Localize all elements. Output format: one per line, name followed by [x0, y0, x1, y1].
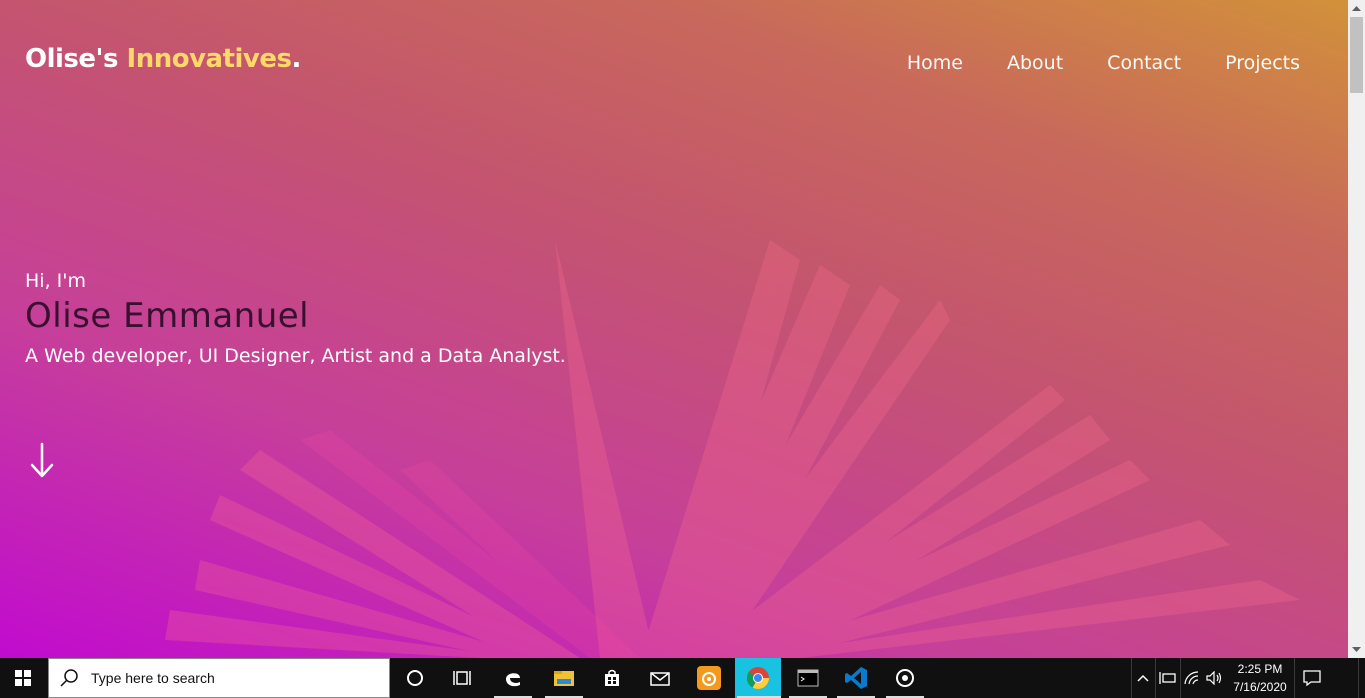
- tray-overflow[interactable]: [1132, 658, 1154, 698]
- search-placeholder: Type here to search: [91, 670, 215, 686]
- scrollbar-thumb[interactable]: [1350, 17, 1363, 93]
- scroll-down-icon[interactable]: [1348, 641, 1365, 658]
- taskbar-mail[interactable]: [637, 658, 683, 698]
- nav-about[interactable]: About: [1007, 52, 1063, 74]
- search-icon: [60, 669, 78, 687]
- taskbar-search[interactable]: Type here to search: [48, 658, 390, 698]
- tray-wifi[interactable]: [1181, 658, 1203, 698]
- taskbar-media[interactable]: [882, 658, 928, 698]
- start-button[interactable]: [0, 658, 46, 698]
- vscode-icon: [845, 667, 867, 689]
- browser-viewport: Olise's Innovatives. Home About Contact …: [0, 0, 1348, 658]
- windows-start-icon: [15, 670, 31, 686]
- notification-icon: [1303, 670, 1321, 686]
- clock-date: 7/16/2020: [1233, 680, 1287, 694]
- hero-name: Olise Emmanuel: [25, 296, 310, 336]
- show-desktop-button[interactable]: [1359, 658, 1365, 698]
- taskbar-terminal[interactable]: [785, 658, 831, 698]
- taskbar-file-explorer[interactable]: [541, 658, 587, 698]
- edge-icon: [506, 673, 520, 687]
- chrome-icon: [747, 667, 769, 689]
- taskbar-chrome[interactable]: [735, 658, 781, 698]
- terminal-icon: [797, 669, 819, 687]
- mail-icon: [650, 672, 670, 686]
- uc-browser-icon: [697, 666, 721, 690]
- volume-icon: [1206, 671, 1222, 685]
- network-device-icon: [1159, 672, 1176, 684]
- hero-greeting: Hi, I'm: [25, 270, 86, 292]
- tray-volume[interactable]: [1204, 658, 1226, 698]
- nav-contact[interactable]: Contact: [1107, 52, 1181, 74]
- taskbar-store[interactable]: [589, 658, 635, 698]
- hero-tagline: A Web developer, UI Designer, Artist and…: [25, 345, 566, 367]
- taskbar-vscode[interactable]: [833, 658, 879, 698]
- tray-device[interactable]: [1156, 658, 1180, 698]
- cortana-button[interactable]: [392, 658, 438, 698]
- action-center-button[interactable]: [1295, 658, 1329, 698]
- logo-main-text: Olise's: [25, 44, 127, 74]
- taskbar-edge[interactable]: [490, 658, 536, 698]
- windows-taskbar: Type here to search 2:25 PM 7/16/2020: [0, 658, 1365, 698]
- arrow-down-icon[interactable]: [28, 441, 56, 481]
- task-view-icon: [453, 671, 471, 685]
- logo-dot: .: [291, 44, 301, 74]
- store-icon: [605, 669, 619, 686]
- nav-home[interactable]: Home: [907, 52, 963, 74]
- wifi-icon: [1184, 671, 1199, 685]
- chevron-up-icon: [1137, 674, 1149, 682]
- clock-time: 2:25 PM: [1237, 662, 1283, 676]
- tray-clock[interactable]: 2:25 PM 7/16/2020: [1225, 660, 1295, 696]
- taskbar-uc-browser[interactable]: [686, 658, 732, 698]
- media-icon: [896, 669, 914, 687]
- scroll-up-icon[interactable]: [1348, 0, 1365, 17]
- task-view-button[interactable]: [440, 658, 486, 698]
- site-logo[interactable]: Olise's Innovatives.: [25, 44, 301, 74]
- cortana-icon: [407, 670, 423, 686]
- file-explorer-icon: [554, 671, 574, 686]
- logo-accent-text: Innovatives: [126, 44, 292, 74]
- main-nav: Home About Contact Projects: [907, 52, 1300, 74]
- nav-projects[interactable]: Projects: [1225, 52, 1300, 74]
- vertical-scrollbar[interactable]: [1348, 0, 1365, 658]
